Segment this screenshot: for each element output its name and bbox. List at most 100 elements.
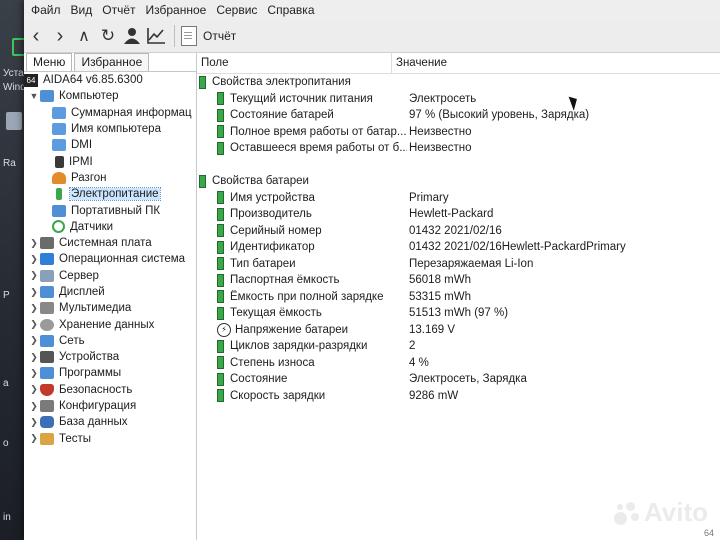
table-row[interactable]: Оставшееся время работы от б... Неизвестн… [197, 140, 720, 157]
gauge-icon [52, 220, 65, 234]
chevron-right-icon[interactable]: ❯ [28, 368, 40, 379]
table-row[interactable]: Тип батареи Перезаряжаемая Li-Ion [197, 256, 720, 273]
computer-icon [40, 90, 54, 103]
table-row[interactable]: Идентификатор 01432 2021/02/16Hewlett-Pac… [197, 239, 720, 256]
details-panel: Поле Значение Свойства электропитания Те… [197, 53, 720, 540]
tree-root[interactable]: 64 AIDA64 v6.85.6300 [24, 72, 196, 88]
tree-category-config[interactable]: ❯ Конфигурация [24, 398, 196, 414]
chevron-right-icon: › [56, 24, 64, 47]
tree-item-sensors[interactable]: Датчики [24, 219, 196, 235]
tree-item-portable[interactable]: Портативный ПК [24, 202, 196, 218]
forward-button[interactable]: › [48, 24, 72, 48]
table-row[interactable]: Серийный номер 01432 2021/02/16 [197, 223, 720, 240]
chevron-right-icon[interactable]: ❯ [28, 254, 40, 265]
tree-item-dmi[interactable]: DMI [24, 137, 196, 153]
menu-help[interactable]: Справка [262, 3, 319, 17]
table-row[interactable]: Текущая ёмкость 51513 mWh (97 %) [197, 305, 720, 322]
chevron-right-icon[interactable]: ❯ [28, 384, 40, 395]
navigation-panel: Меню Избранное 64 AIDA64 v6.85.6300 ▼ Ко… [24, 53, 197, 540]
tree-category-devices[interactable]: ❯ Устройства [24, 349, 196, 365]
chevron-right-icon[interactable]: ❯ [28, 417, 40, 428]
refresh-button[interactable]: ↻ [96, 24, 120, 48]
tree-item-ipmi[interactable]: IPMI [24, 153, 196, 169]
table-row[interactable]: Степень износа 4 % [197, 355, 720, 372]
refresh-icon: ↻ [100, 26, 116, 45]
report-label: Отчёт [203, 29, 237, 43]
summary-icon [52, 106, 66, 119]
table-row[interactable]: Состояние Электросеть, Зарядка [197, 371, 720, 388]
tree-category-database[interactable]: ❯ База данных [24, 414, 196, 430]
tree-item-overclock[interactable]: Разгон [24, 170, 196, 186]
menu-service[interactable]: Сервис [211, 3, 262, 17]
tree-category-motherboard[interactable]: ❯ Системная плата [24, 235, 196, 251]
chevron-right-icon[interactable]: ❯ [28, 303, 40, 314]
chevron-right-icon[interactable]: ❯ [28, 401, 40, 412]
table-row[interactable]: Имя устройства Primary [197, 190, 720, 207]
column-field-header[interactable]: Поле [197, 53, 392, 73]
tree-item-computer-name[interactable]: Имя компьютера [24, 121, 196, 137]
table-row[interactable]: ⚡ Напряжение батареи 13.169 V [197, 322, 720, 339]
tree-category-server[interactable]: ❯ Сервер [24, 268, 196, 284]
menu-view[interactable]: Вид [66, 3, 98, 17]
table-row[interactable]: Скорость зарядки 9286 mW [197, 388, 720, 405]
desktop-icon[interactable] [6, 112, 22, 130]
table-row[interactable]: Ёмкость при полной зарядке 53315 mWh [197, 289, 720, 306]
menu-favorites[interactable]: Избранное [141, 3, 212, 17]
section-header[interactable]: Свойства батареи [197, 173, 720, 190]
tree-category-display[interactable]: ❯ Дисплей [24, 284, 196, 300]
desktop-text: Ra [3, 158, 16, 169]
chevron-right-icon[interactable]: ❯ [28, 287, 40, 298]
programs-icon [40, 367, 54, 380]
desktop-text: Wind [3, 82, 26, 93]
toolbar: ‹ › ∧ ↻ Отчёт [24, 20, 720, 53]
table-row[interactable]: Циклов зарядки-разрядки 2 [197, 338, 720, 355]
tree-category-security[interactable]: ❯ Безопасность [24, 382, 196, 398]
section-header[interactable]: Свойства электропитания [197, 74, 720, 91]
menu-bar: Файл Вид Отчёт Избранное Сервис Справка [24, 0, 720, 20]
chevron-right-icon[interactable]: ❯ [28, 433, 40, 444]
aida64-logo-icon: 64 [24, 73, 38, 87]
tree-category-os[interactable]: ❯ Операционная система [24, 251, 196, 267]
chevron-right-icon[interactable]: ❯ [28, 352, 40, 363]
user-button[interactable] [120, 24, 144, 48]
tab-favorites[interactable]: Избранное [74, 53, 150, 71]
table-row[interactable]: Производитель Hewlett-Packard [197, 206, 720, 223]
report-button[interactable]: Отчёт [181, 26, 236, 46]
chart-button[interactable] [144, 24, 168, 48]
tree-category-software[interactable]: ❯ Программы [24, 365, 196, 381]
chevron-right-icon[interactable]: ❯ [28, 335, 40, 346]
menu-file[interactable]: Файл [26, 3, 66, 17]
tree-category-storage[interactable]: ❯ Хранение данных [24, 316, 196, 332]
column-header: Поле Значение [197, 53, 720, 74]
server-icon [55, 155, 64, 168]
up-button[interactable]: ∧ [72, 24, 96, 48]
tree-category-tests[interactable]: ❯ Тесты [24, 431, 196, 447]
battery-icon [217, 141, 224, 155]
tree-item-summary[interactable]: Суммарная информац [24, 105, 196, 121]
tree-category-network[interactable]: ❯ Сеть [24, 333, 196, 349]
tree-category-multimedia[interactable]: ❯ Мультимедиа [24, 300, 196, 316]
table-row[interactable]: Паспортная ёмкость 56018 mWh [197, 272, 720, 289]
chevron-right-icon[interactable]: ❯ [28, 270, 40, 281]
tab-menu[interactable]: Меню [26, 53, 73, 71]
back-button[interactable]: ‹ [24, 24, 48, 48]
column-value-header[interactable]: Значение [392, 57, 447, 69]
chevron-right-icon[interactable]: ❯ [28, 319, 40, 330]
table-row[interactable]: Полное время работы от батар... Неизвестн… [197, 124, 720, 141]
table-row[interactable]: Текущий источник питания Электросеть [197, 91, 720, 108]
avito-watermark: Avito [613, 497, 708, 528]
dmi-icon [52, 139, 66, 152]
menu-report[interactable]: Отчёт [97, 3, 140, 17]
benchmark-icon [40, 432, 54, 445]
tree-item-power[interactable]: Электропитание [24, 186, 196, 202]
chevron-right-icon[interactable]: ❯ [28, 238, 40, 249]
battery-icon [217, 240, 224, 254]
disk-icon [40, 318, 54, 331]
battery-icon [199, 75, 206, 89]
laptop-icon [52, 204, 66, 217]
chevron-down-icon[interactable]: ▼ [28, 91, 40, 101]
tree-computer[interactable]: ▼ Компьютер [24, 88, 196, 104]
table-row[interactable]: Состояние батарей 97 % (Высокий уровень, … [197, 107, 720, 124]
battery-icon [217, 389, 224, 403]
battery-icon [217, 273, 224, 287]
